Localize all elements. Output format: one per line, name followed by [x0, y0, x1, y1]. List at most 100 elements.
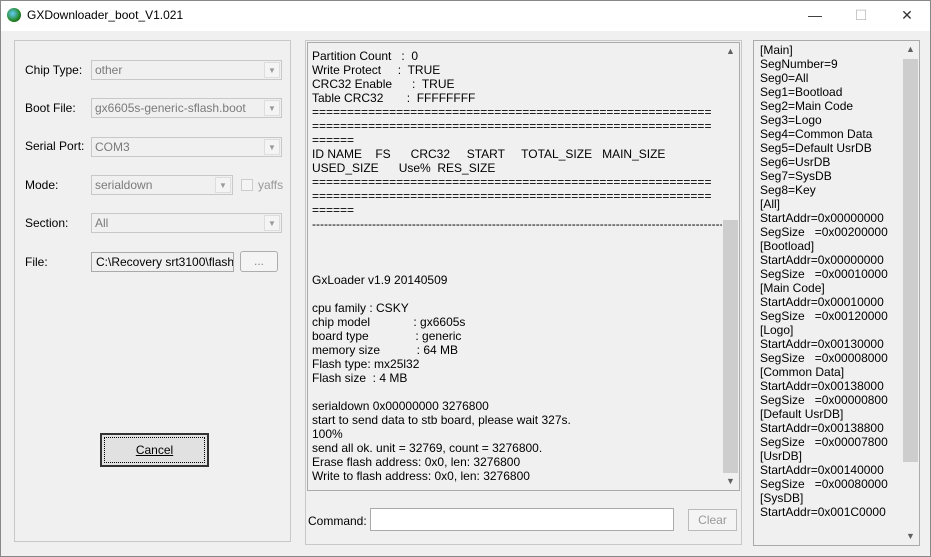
text-line: ----------------------------------------…	[312, 217, 740, 231]
text-line: [UsrDB]	[760, 449, 802, 463]
mode-value: serialdown	[95, 178, 153, 192]
section-select[interactable]: All ▼	[91, 213, 282, 233]
yaffs-label: yaffs	[258, 178, 284, 192]
text-line: SegSize =0x00010000	[760, 267, 888, 281]
chevron-down-icon: ▼	[215, 177, 231, 193]
yaffs-checkbox[interactable]	[241, 179, 253, 191]
serial-port-select[interactable]: COM3 ▼	[91, 137, 282, 157]
text-line: ========================================…	[312, 189, 712, 203]
scroll-down-icon[interactable]: ▼	[902, 528, 919, 545]
chip-type-select[interactable]: other ▼	[91, 60, 282, 80]
section-label: Section:	[25, 216, 69, 230]
text-line: Flash size : 4 MB	[312, 371, 408, 385]
text-line: Flash type: mx25l32	[312, 357, 420, 371]
text-line: [Default UsrDB]	[760, 407, 844, 421]
chevron-down-icon: ▼	[264, 139, 280, 155]
text-line: Write to flash address: 0x0, len: 327680…	[312, 469, 530, 483]
text-line	[312, 259, 739, 273]
boot-file-label: Boot File:	[25, 101, 76, 115]
scroll-up-icon[interactable]: ▲	[722, 43, 739, 60]
text-line: StartAddr=0x00010000	[760, 295, 884, 309]
chevron-down-icon: ▼	[264, 100, 280, 116]
config-list[interactable]: [Main] SegNumber=9 Seg0=All Seg1=Bootload Se…	[753, 40, 920, 546]
text-line: memory size : 64 MB	[312, 343, 459, 357]
text-line: Seg0=All	[760, 71, 809, 85]
text-line	[312, 287, 739, 301]
command-label: Command:	[308, 514, 367, 528]
scroll-thumb[interactable]	[903, 59, 918, 462]
text-line: GxLoader v1.9 20140509	[312, 273, 448, 287]
scroll-thumb[interactable]	[723, 220, 738, 473]
file-path-field[interactable]: C:\Recovery srt3100\flash	[91, 252, 234, 272]
scroll-down-icon[interactable]: ▼	[722, 473, 739, 490]
text-line: Seg2=Main Code	[760, 99, 854, 113]
text-line: SegSize =0x00008000	[760, 351, 888, 365]
cancel-button[interactable]: Cancel	[100, 433, 209, 467]
text-line: SegSize =0x00200000	[760, 225, 888, 239]
chevron-down-icon: ▼	[264, 62, 280, 78]
text-line: StartAddr=0x00000000	[760, 211, 884, 225]
boot-file-select[interactable]: gx6605s-generic-sflash.boot ▼	[91, 98, 282, 118]
text-line: StartAddr=0x00138000	[760, 379, 884, 393]
log-scrollbar[interactable]: ▲ ▼	[722, 43, 739, 490]
command-input[interactable]	[370, 508, 674, 531]
text-line: ========================================…	[312, 119, 712, 133]
text-line: CRC32 Enable : TRUE	[312, 77, 455, 91]
text-line: SegSize =0x00120000	[760, 309, 888, 323]
text-line: Seg7=SysDB	[760, 169, 832, 183]
minimize-button[interactable]: —	[792, 1, 838, 31]
text-line: StartAddr=0x00138800	[760, 421, 884, 435]
window-title: GXDownloader_boot_V1.021	[27, 8, 184, 22]
text-line: ======	[312, 203, 355, 217]
text-line: Partition Count : 0	[312, 49, 419, 63]
text-line: ID NAME FS CRC32 START TOTAL_SIZE MAIN_S…	[312, 147, 666, 161]
text-line: Seg1=Bootload	[760, 85, 843, 99]
app-globe-icon	[7, 8, 21, 22]
config-scrollbar[interactable]: ▲ ▼	[902, 41, 919, 545]
text-line: cpu family : CSKY	[312, 301, 409, 315]
text-line: SegSize =0x00080000	[760, 477, 888, 491]
text-line: StartAddr=0x00130000	[760, 337, 884, 351]
text-line: SegNumber=9	[760, 57, 838, 71]
text-line: start to send data to stb board, please …	[312, 413, 571, 427]
text-line: [Bootload]	[760, 239, 815, 253]
text-line: Table CRC32 : FFFFFFFF	[312, 91, 476, 105]
text-line: ========================================…	[312, 175, 712, 189]
serial-port-label: Serial Port:	[25, 139, 85, 153]
text-line: [Main Code]	[760, 281, 825, 295]
text-line: SegSize =0x00000800	[760, 393, 888, 407]
text-line: ======	[312, 133, 355, 147]
text-line: [All]	[760, 197, 781, 211]
close-button[interactable]: ✕	[884, 1, 930, 31]
chip-type-label: Chip Type:	[25, 63, 83, 77]
text-line: serialdown 0x00000000 3276800	[312, 399, 489, 413]
clear-button[interactable]: Clear	[688, 509, 737, 531]
text-line: 100%	[312, 427, 343, 441]
text-line: StartAddr=0x00000000	[760, 253, 884, 267]
maximize-button[interactable]: ☐	[838, 1, 884, 31]
log-output[interactable]: Partition Count : 0 Write Protect : TRUE C…	[307, 42, 740, 491]
text-line: chip model : gx6605s	[312, 315, 466, 329]
boot-file-value: gx6605s-generic-sflash.boot	[95, 101, 246, 115]
text-line: Seg5=Default UsrDB	[760, 141, 872, 155]
title-bar: GXDownloader_boot_V1.021 — ☐ ✕	[1, 1, 930, 31]
text-line: StartAddr=0x001C0000	[760, 505, 886, 519]
text-line: ========================================…	[312, 105, 712, 119]
text-line	[312, 385, 739, 399]
text-line: Seg4=Common Data	[760, 127, 873, 141]
text-line: SegSize =0x00007800	[760, 435, 888, 449]
mode-label: Mode:	[25, 178, 59, 192]
mode-select[interactable]: serialdown ▼	[91, 175, 233, 195]
text-line: Write Protect : TRUE	[312, 63, 441, 77]
text-line: [Main]	[760, 43, 793, 57]
chevron-down-icon: ▼	[264, 215, 280, 231]
browse-button[interactable]: ...	[240, 251, 278, 272]
text-line: [Common Data]	[760, 365, 845, 379]
config-text: [Main] SegNumber=9 Seg0=All Seg1=Bootload Se…	[760, 43, 888, 519]
text-line: Erase flash address: 0x0, len: 3276800	[312, 455, 521, 469]
text-line: Seg8=Key	[760, 183, 816, 197]
text-line: USED_SIZE Use% RES_SIZE	[312, 161, 496, 175]
section-value: All	[95, 216, 109, 230]
text-line: Seg6=UsrDB	[760, 155, 831, 169]
scroll-up-icon[interactable]: ▲	[902, 41, 919, 58]
